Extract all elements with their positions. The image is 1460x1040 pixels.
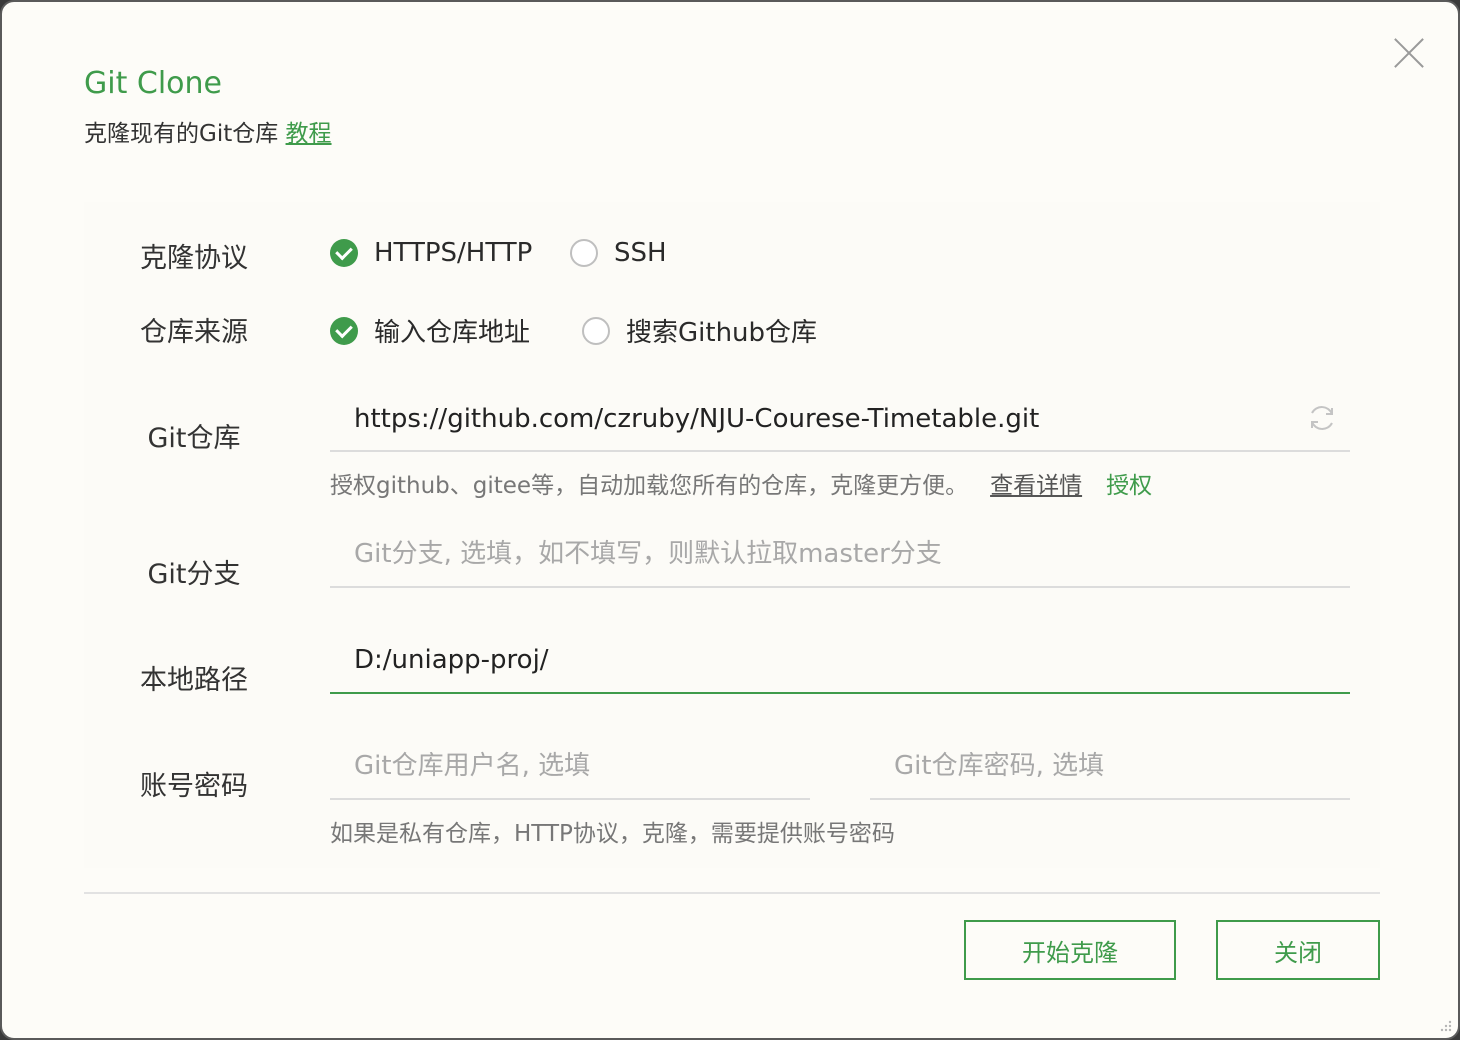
footer-divider [84, 892, 1380, 894]
radio-unchecked-icon [570, 239, 598, 267]
password-field [870, 734, 1350, 800]
refresh-icon[interactable] [1306, 402, 1338, 434]
local-path-label: 本地路径 [140, 665, 248, 696]
branch-field [330, 522, 1350, 588]
radio-input-url[interactable]: 输入仓库地址 [330, 312, 530, 349]
radio-unchecked-icon [582, 316, 610, 345]
radio-search-github[interactable]: 搜索Github仓库 [582, 312, 817, 349]
dialog-subtitle: 克隆现有的Git仓库 教程 [84, 114, 332, 148]
close-icon[interactable] [1394, 38, 1424, 68]
protocol-label: 克隆协议 [140, 243, 248, 274]
branch-label: Git分支 [147, 559, 241, 590]
radio-ssh-label: SSH [614, 238, 667, 268]
radio-ssh[interactable]: SSH [570, 238, 667, 268]
repo-label: Git仓库 [147, 423, 241, 454]
form-panel: 克隆协议 HTTPS/HTTP SSH 仓库来源 输入仓库地址 搜索Github… [84, 202, 1380, 868]
repo-url-input[interactable] [354, 388, 1294, 450]
radio-https-label: HTTPS/HTTP [374, 238, 533, 268]
username-input[interactable] [354, 734, 754, 798]
repo-hint: 授权github、gitee等，自动加载您所有的仓库，克隆更方便。 查看详情 授权 [330, 466, 1152, 500]
source-label: 仓库来源 [140, 317, 248, 348]
username-field [330, 734, 810, 800]
account-hint: 如果是私有仓库，HTTP协议，克隆，需要提供账号密码 [330, 821, 895, 847]
password-input[interactable] [894, 734, 1294, 798]
radio-input-url-label: 输入仓库地址 [374, 318, 531, 348]
resize-grip-icon[interactable] [1438, 1018, 1452, 1032]
radio-checked-icon [330, 239, 358, 267]
tutorial-link[interactable]: 教程 [286, 121, 332, 147]
close-button[interactable]: 关闭 [1216, 920, 1380, 980]
radio-search-github-label: 搜索Github仓库 [626, 318, 818, 348]
dialog-title: Git Clone [84, 66, 222, 101]
subtitle-text: 克隆现有的Git仓库 [84, 121, 279, 147]
view-details-link[interactable]: 查看详情 [990, 473, 1082, 499]
local-path-input[interactable] [354, 628, 1294, 692]
authorize-link[interactable]: 授权 [1106, 473, 1152, 499]
local-path-field [330, 628, 1350, 694]
branch-input[interactable] [354, 522, 1294, 586]
radio-checked-icon [330, 316, 358, 345]
start-clone-button[interactable]: 开始克隆 [964, 920, 1176, 980]
repo-hint-text: 授权github、gitee等，自动加载您所有的仓库，克隆更方便。 [330, 473, 969, 499]
git-clone-dialog: Git Clone 克隆现有的Git仓库 教程 克隆协议 HTTPS/HTTP … [0, 0, 1460, 1040]
radio-https[interactable]: HTTPS/HTTP [330, 238, 532, 268]
account-label: 账号密码 [140, 771, 248, 802]
repo-url-field [330, 388, 1350, 452]
